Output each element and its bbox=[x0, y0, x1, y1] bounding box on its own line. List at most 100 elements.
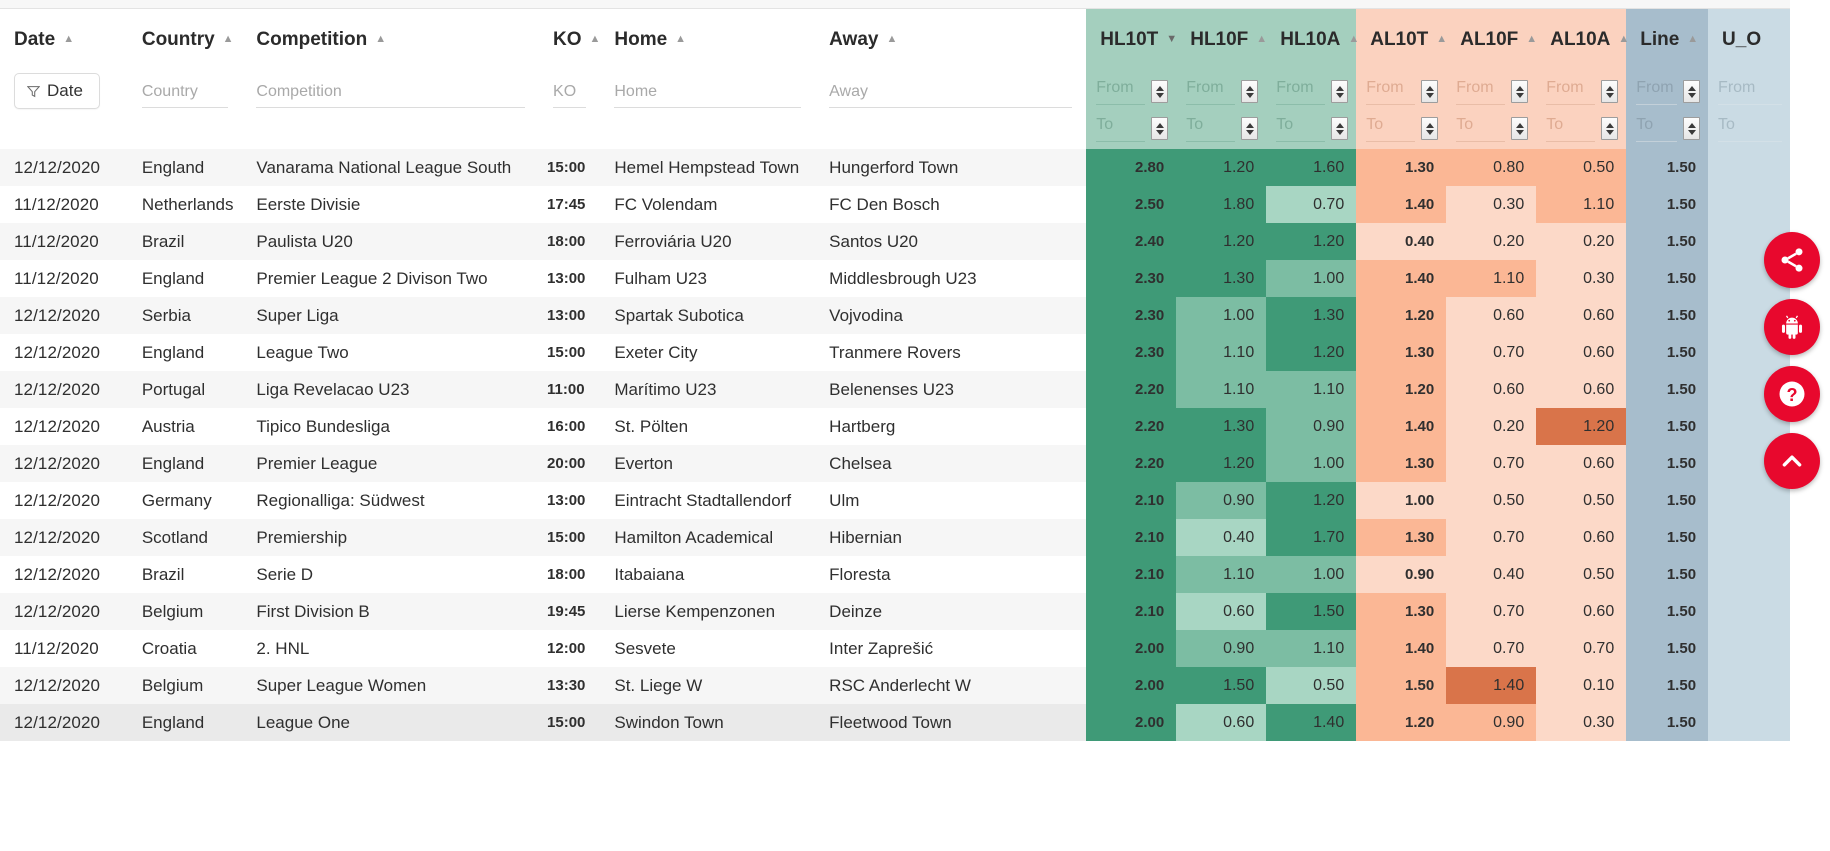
table-row[interactable]: 12/12/2020 England Vanarama National Leagu… bbox=[0, 149, 1790, 186]
line-to-row[interactable]: To bbox=[1626, 108, 1708, 145]
sort-asc-icon-country[interactable]: ▲ bbox=[223, 34, 234, 45]
al10a-from-input[interactable]: From bbox=[1546, 78, 1596, 105]
filter-cell-competition[interactable]: Competition bbox=[242, 71, 540, 149]
help-fab[interactable]: ? bbox=[1764, 366, 1820, 422]
column-header-ko[interactable]: KO ▲ bbox=[539, 9, 600, 71]
filter-cell-al10f[interactable]: From To bbox=[1446, 71, 1537, 149]
hl10a-to-stepper[interactable] bbox=[1331, 117, 1349, 140]
country-filter-input[interactable]: Country bbox=[141, 83, 229, 108]
hl10a-from-input[interactable]: From bbox=[1276, 78, 1326, 105]
filter-cell-home[interactable]: Home bbox=[600, 71, 816, 149]
column-header-al10t[interactable]: AL10T ▲ bbox=[1356, 9, 1447, 71]
fixtures-table-container[interactable]: Date ▲ Country ▲ Competition ▲ KO ▲ Home ▲ bbox=[0, 8, 1790, 851]
al10t-from-row[interactable]: From bbox=[1356, 71, 1446, 108]
hl10f-from-input[interactable]: From bbox=[1186, 78, 1236, 105]
column-header-al10f[interactable]: AL10F ▲ bbox=[1446, 9, 1537, 71]
date-filter-chip[interactable]: Date bbox=[14, 73, 100, 109]
sort-asc-icon-away[interactable]: ▲ bbox=[886, 34, 897, 45]
table-row[interactable]: 12/12/2020 Belgium First Division B 19:45 Li… bbox=[0, 593, 1790, 630]
al10f-from-stepper[interactable] bbox=[1511, 80, 1529, 103]
column-header-competition[interactable]: Competition ▲ bbox=[242, 9, 540, 71]
table-row[interactable]: 12/12/2020 Germany Regionalliga: Südwest 13… bbox=[0, 482, 1790, 519]
filter-cell-hl10t[interactable]: From To bbox=[1086, 71, 1177, 149]
hl10t-from-row[interactable]: From bbox=[1086, 71, 1176, 108]
column-header-date[interactable]: Date ▲ bbox=[0, 9, 128, 71]
al10t-from-input[interactable]: From bbox=[1366, 78, 1416, 105]
filter-cell-uo[interactable]: From To bbox=[1708, 71, 1790, 149]
hl10t-to-row[interactable]: To bbox=[1086, 108, 1176, 145]
table-row[interactable]: 11/12/2020 England Premier League 2 Diviso… bbox=[0, 260, 1790, 297]
scroll-top-fab[interactable] bbox=[1764, 433, 1820, 489]
column-header-away[interactable]: Away ▲ bbox=[815, 9, 1087, 71]
table-row[interactable]: 12/12/2020 Belgium Super League Women 13:30… bbox=[0, 667, 1790, 704]
line-from-input[interactable]: From bbox=[1636, 78, 1678, 105]
hl10t-from-stepper[interactable] bbox=[1151, 80, 1169, 103]
hl10f-to-row[interactable]: To bbox=[1176, 108, 1266, 145]
filter-cell-country[interactable]: Country bbox=[127, 71, 243, 149]
sort-asc-icon-hl10f[interactable]: ▲ bbox=[1256, 34, 1267, 45]
table-row[interactable]: 12/12/2020 Portugal Liga Revelacao U23 11:0… bbox=[0, 371, 1790, 408]
column-header-hl10a[interactable]: HL10A ▲ bbox=[1266, 9, 1359, 71]
table-row[interactable]: 12/12/2020 Austria Tipico Bundesliga 16:00 S… bbox=[0, 408, 1790, 445]
sort-asc-icon-hl10a[interactable]: ▲ bbox=[1348, 34, 1359, 45]
hl10a-to-input[interactable]: To bbox=[1276, 115, 1326, 142]
hl10a-from-stepper[interactable] bbox=[1331, 80, 1349, 103]
sort-asc-icon-al10t[interactable]: ▲ bbox=[1436, 34, 1447, 45]
table-row[interactable]: 11/12/2020 Croatia 2. HNL 12:00 Sesvete Inter… bbox=[0, 630, 1790, 667]
filter-cell-line[interactable]: From To bbox=[1626, 71, 1709, 149]
competition-filter-input[interactable]: Competition bbox=[256, 83, 526, 108]
hl10a-to-row[interactable]: To bbox=[1266, 108, 1356, 145]
al10a-to-input[interactable]: To bbox=[1546, 115, 1596, 142]
line-from-row[interactable]: From bbox=[1626, 71, 1708, 108]
table-row[interactable]: 12/12/2020 Brazil Serie D 18:00 Itabaiana Flo… bbox=[0, 556, 1790, 593]
share-fab[interactable] bbox=[1764, 232, 1820, 288]
filter-cell-al10t[interactable]: From To bbox=[1356, 71, 1447, 149]
sort-asc-icon-al10f[interactable]: ▲ bbox=[1526, 34, 1537, 45]
line-to-stepper[interactable] bbox=[1683, 117, 1701, 140]
al10a-to-row[interactable]: To bbox=[1536, 108, 1626, 145]
filter-cell-date[interactable]: Date bbox=[0, 71, 128, 149]
al10t-to-row[interactable]: To bbox=[1356, 108, 1446, 145]
uo-to-input[interactable]: To bbox=[1718, 115, 1782, 142]
al10t-from-stepper[interactable] bbox=[1421, 80, 1439, 103]
table-row[interactable]: 12/12/2020 Serbia Super Liga 13:00 Spartak S… bbox=[0, 297, 1790, 334]
uo-to-row[interactable]: To bbox=[1708, 108, 1790, 145]
ko-filter-input[interactable]: KO bbox=[553, 83, 587, 108]
al10a-from-row[interactable]: From bbox=[1536, 71, 1626, 108]
hl10f-to-input[interactable]: To bbox=[1186, 115, 1236, 142]
filter-cell-away[interactable]: Away bbox=[815, 71, 1087, 149]
sort-asc-icon-home[interactable]: ▲ bbox=[675, 34, 686, 45]
table-row[interactable]: 12/12/2020 England League One 15:00 Swindon … bbox=[0, 704, 1790, 741]
android-fab[interactable] bbox=[1764, 299, 1820, 355]
hl10a-from-row[interactable]: From bbox=[1266, 71, 1356, 108]
table-row[interactable]: 12/12/2020 England Premier League 20:00 Ever… bbox=[0, 445, 1790, 482]
line-to-input[interactable]: To bbox=[1636, 115, 1678, 142]
column-header-home[interactable]: Home ▲ bbox=[600, 9, 816, 71]
al10f-from-row[interactable]: From bbox=[1446, 71, 1536, 108]
sort-asc-icon-ko[interactable]: ▲ bbox=[590, 34, 601, 45]
table-row[interactable]: 12/12/2020 Scotland Premiership 15:00 Hamilt… bbox=[0, 519, 1790, 556]
line-from-stepper[interactable] bbox=[1683, 80, 1701, 103]
filter-cell-ko[interactable]: KO bbox=[539, 71, 601, 149]
hl10t-from-input[interactable]: From bbox=[1096, 78, 1146, 105]
al10a-from-stepper[interactable] bbox=[1601, 80, 1619, 103]
sort-asc-icon-competition[interactable]: ▲ bbox=[375, 34, 386, 45]
filter-cell-hl10a[interactable]: From To bbox=[1266, 71, 1357, 149]
table-row[interactable]: 11/12/2020 Netherlands Eerste Divisie 17:45… bbox=[0, 186, 1790, 223]
away-filter-input[interactable]: Away bbox=[829, 83, 1073, 108]
hl10t-to-stepper[interactable] bbox=[1151, 117, 1169, 140]
uo-from-input[interactable]: From bbox=[1718, 78, 1782, 105]
column-header-country[interactable]: Country ▲ bbox=[127, 9, 243, 71]
al10f-to-stepper[interactable] bbox=[1511, 117, 1529, 140]
sort-desc-icon-hl10t[interactable]: ▼ bbox=[1166, 34, 1177, 45]
hl10f-to-stepper[interactable] bbox=[1241, 117, 1259, 140]
sort-asc-icon-date[interactable]: ▲ bbox=[63, 34, 74, 45]
filter-cell-hl10f[interactable]: From To bbox=[1176, 71, 1267, 149]
hl10f-from-row[interactable]: From bbox=[1176, 71, 1266, 108]
al10t-to-input[interactable]: To bbox=[1366, 115, 1416, 142]
filter-cell-al10a[interactable]: From To bbox=[1536, 71, 1627, 149]
hl10f-from-stepper[interactable] bbox=[1241, 80, 1259, 103]
al10f-to-row[interactable]: To bbox=[1446, 108, 1536, 145]
column-header-hl10t[interactable]: HL10T ▼ bbox=[1086, 9, 1177, 71]
uo-from-row[interactable]: From bbox=[1708, 71, 1790, 108]
